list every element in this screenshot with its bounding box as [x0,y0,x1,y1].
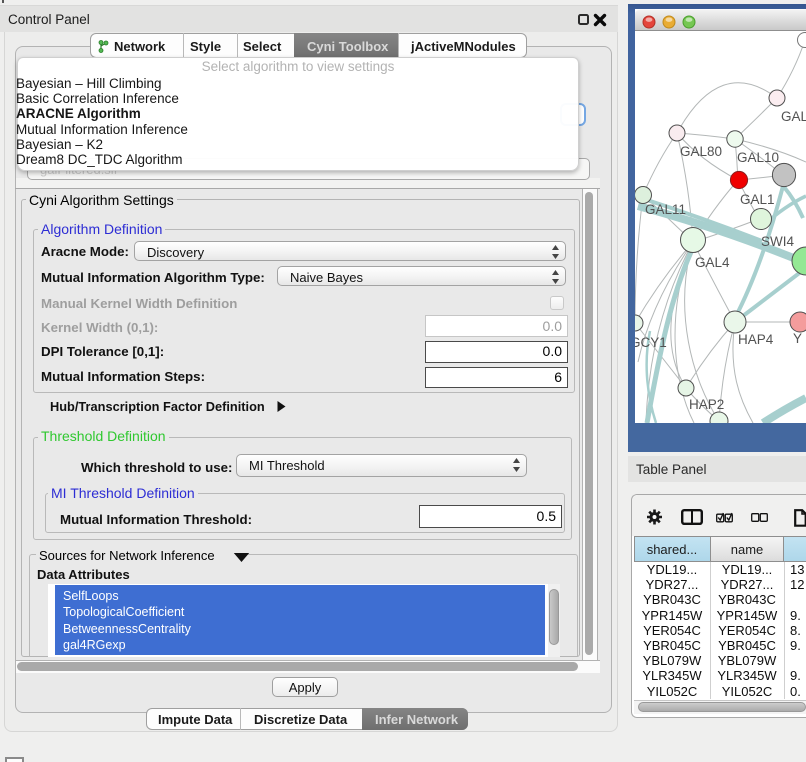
svg-text:GAL4: GAL4 [695,255,730,270]
svg-text:GAL: GAL [781,109,806,124]
svg-text:GAL80: GAL80 [680,144,722,159]
svg-text:HAP4: HAP4 [738,332,774,347]
svg-text:GCY1: GCY1 [635,335,667,350]
svg-text:SWI4: SWI4 [761,234,794,249]
svg-text:GAL1: GAL1 [740,192,775,207]
svg-text:GAL10: GAL10 [737,150,779,165]
svg-text:GAL11: GAL11 [645,202,686,217]
svg-text:HAP2: HAP2 [689,397,724,412]
svg-text:Y: Y [793,331,802,346]
